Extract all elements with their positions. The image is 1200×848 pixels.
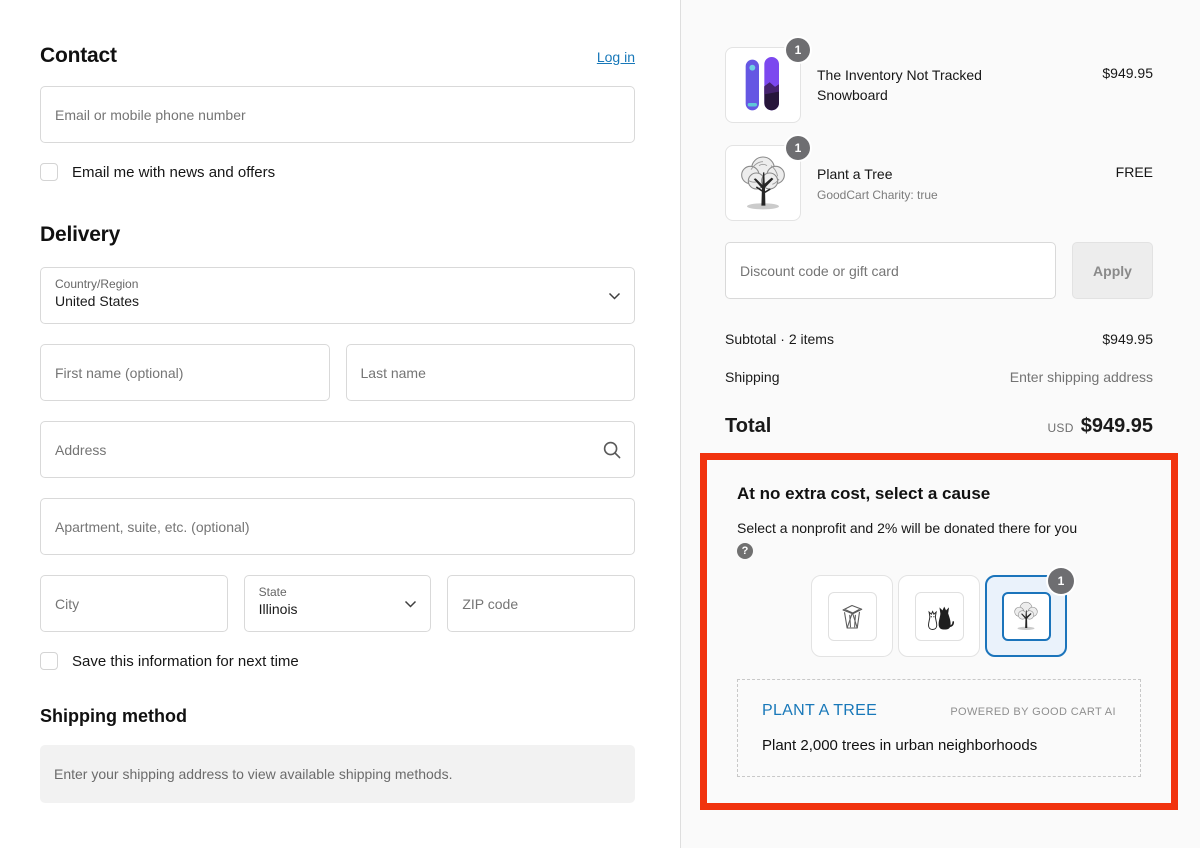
- delivery-heading: Delivery: [40, 223, 635, 247]
- state-select-value: Illinois: [259, 601, 395, 617]
- shipping-method-heading: Shipping method: [40, 706, 635, 727]
- currency-code: USD: [1047, 421, 1073, 435]
- product-thumbnail: 1: [725, 47, 801, 123]
- item-title: The Inventory Not Tracked Snowboard: [817, 65, 1007, 106]
- item-title: Plant a Tree: [817, 164, 938, 184]
- cause-option-waste-bin[interactable]: [811, 575, 893, 657]
- city-input[interactable]: [40, 575, 228, 632]
- address-row: [40, 421, 635, 478]
- cat-and-dog-icon: [921, 598, 957, 634]
- product-thumbnail: 1: [725, 145, 801, 221]
- save-info-label: Save this information for next time: [72, 653, 299, 670]
- cause-widget-highlight: At no extra cost, select a cause Select …: [700, 453, 1178, 810]
- question-mark-icon[interactable]: ?: [737, 543, 753, 559]
- news-offers-row: Email me with news and offers: [40, 163, 635, 181]
- item-variant: GoodCart Charity: true: [817, 188, 938, 202]
- cause-option-thumb: [915, 592, 964, 641]
- cause-subtext: Select a nonprofit and 2% will be donate…: [737, 518, 1141, 538]
- tree-icon: [1009, 599, 1043, 633]
- waste-bin-icon: [834, 598, 870, 634]
- shipping-value: Enter shipping address: [1010, 369, 1153, 385]
- apply-discount-button[interactable]: Apply: [1072, 242, 1153, 299]
- chevron-down-icon: [404, 600, 417, 608]
- selected-cause-description: Plant 2,000 trees in urban neighborhoods: [762, 737, 1116, 754]
- state-select-label: State: [259, 585, 395, 599]
- powered-by-label: POWERED BY GOOD CART AI: [950, 706, 1116, 718]
- total-row: Total USD $949.95: [725, 415, 1153, 438]
- country-select-label: Country/Region: [55, 277, 598, 291]
- save-info-checkbox[interactable]: [40, 652, 58, 670]
- cart-item: 1 The Inventory Not Tracked Snowboard $9…: [725, 47, 1153, 123]
- city-state-zip-row: State Illinois: [40, 575, 635, 632]
- news-offers-label: Email me with news and offers: [72, 164, 275, 181]
- snowboard-image: [731, 53, 795, 117]
- selected-cause-name: PLANT A TREE: [762, 702, 877, 720]
- cause-options-row: 1: [737, 575, 1141, 657]
- shipping-method-notice: Enter your shipping address to view avai…: [40, 745, 635, 803]
- item-text-block: Plant a Tree GoodCart Charity: true: [817, 164, 938, 201]
- zip-input[interactable]: [447, 575, 635, 632]
- state-select[interactable]: State Illinois: [244, 575, 432, 632]
- item-price: $949.95: [1102, 65, 1153, 81]
- checkout-form-panel: Contact Log in Email me with news and of…: [0, 0, 681, 848]
- apartment-input[interactable]: [40, 498, 635, 555]
- total-right: USD $949.95: [1047, 415, 1153, 438]
- item-info: Plant a Tree GoodCart Charity: true FREE: [817, 164, 1153, 201]
- login-link[interactable]: Log in: [597, 49, 635, 65]
- chevron-down-icon: [608, 292, 621, 300]
- total-label: Total: [725, 415, 771, 438]
- discount-code-input[interactable]: [725, 242, 1056, 299]
- item-price: FREE: [1116, 164, 1153, 180]
- selected-cause-header: PLANT A TREE POWERED BY GOOD CART AI: [762, 702, 1116, 720]
- country-select[interactable]: Country/Region United States: [40, 267, 635, 324]
- news-offers-checkbox[interactable]: [40, 163, 58, 181]
- name-row: [40, 344, 635, 401]
- cause-option-animals[interactable]: [898, 575, 980, 657]
- country-select-value: United States: [55, 293, 598, 309]
- contact-heading: Contact: [40, 44, 117, 68]
- contact-header-row: Contact Log in: [40, 44, 635, 68]
- email-input[interactable]: [40, 86, 635, 143]
- subtotal-value: $949.95: [1102, 331, 1153, 347]
- shipping-label: Shipping: [725, 369, 780, 385]
- cause-heading: At no extra cost, select a cause: [737, 484, 1141, 504]
- selected-cause-details: PLANT A TREE POWERED BY GOOD CART AI Pla…: [737, 679, 1141, 777]
- subtotal-row: Subtotal · 2 items $949.95: [725, 331, 1153, 347]
- selected-cause-badge: 1: [1048, 568, 1074, 594]
- quantity-badge: 1: [786, 38, 810, 62]
- cause-option-thumb: [828, 592, 877, 641]
- shipping-row: Shipping Enter shipping address: [725, 369, 1153, 385]
- tree-image: [731, 151, 795, 215]
- discount-row: Apply: [725, 242, 1153, 299]
- order-summary-panel: 1 The Inventory Not Tracked Snowboard $9…: [681, 0, 1200, 848]
- item-info: The Inventory Not Tracked Snowboard $949…: [817, 65, 1153, 106]
- save-info-row: Save this information for next time: [40, 652, 635, 670]
- subtotal-label: Subtotal · 2 items: [725, 331, 834, 347]
- search-icon: [602, 440, 622, 460]
- last-name-input[interactable]: [346, 344, 636, 401]
- address-input[interactable]: [40, 421, 635, 478]
- quantity-badge: 1: [786, 136, 810, 160]
- first-name-input[interactable]: [40, 344, 330, 401]
- cart-item: 1 Plant a Tree GoodCart Charity: true FR…: [725, 145, 1153, 221]
- total-value: $949.95: [1081, 415, 1153, 438]
- cause-option-plant-a-tree[interactable]: 1: [985, 575, 1067, 657]
- cause-option-thumb: [1002, 592, 1051, 641]
